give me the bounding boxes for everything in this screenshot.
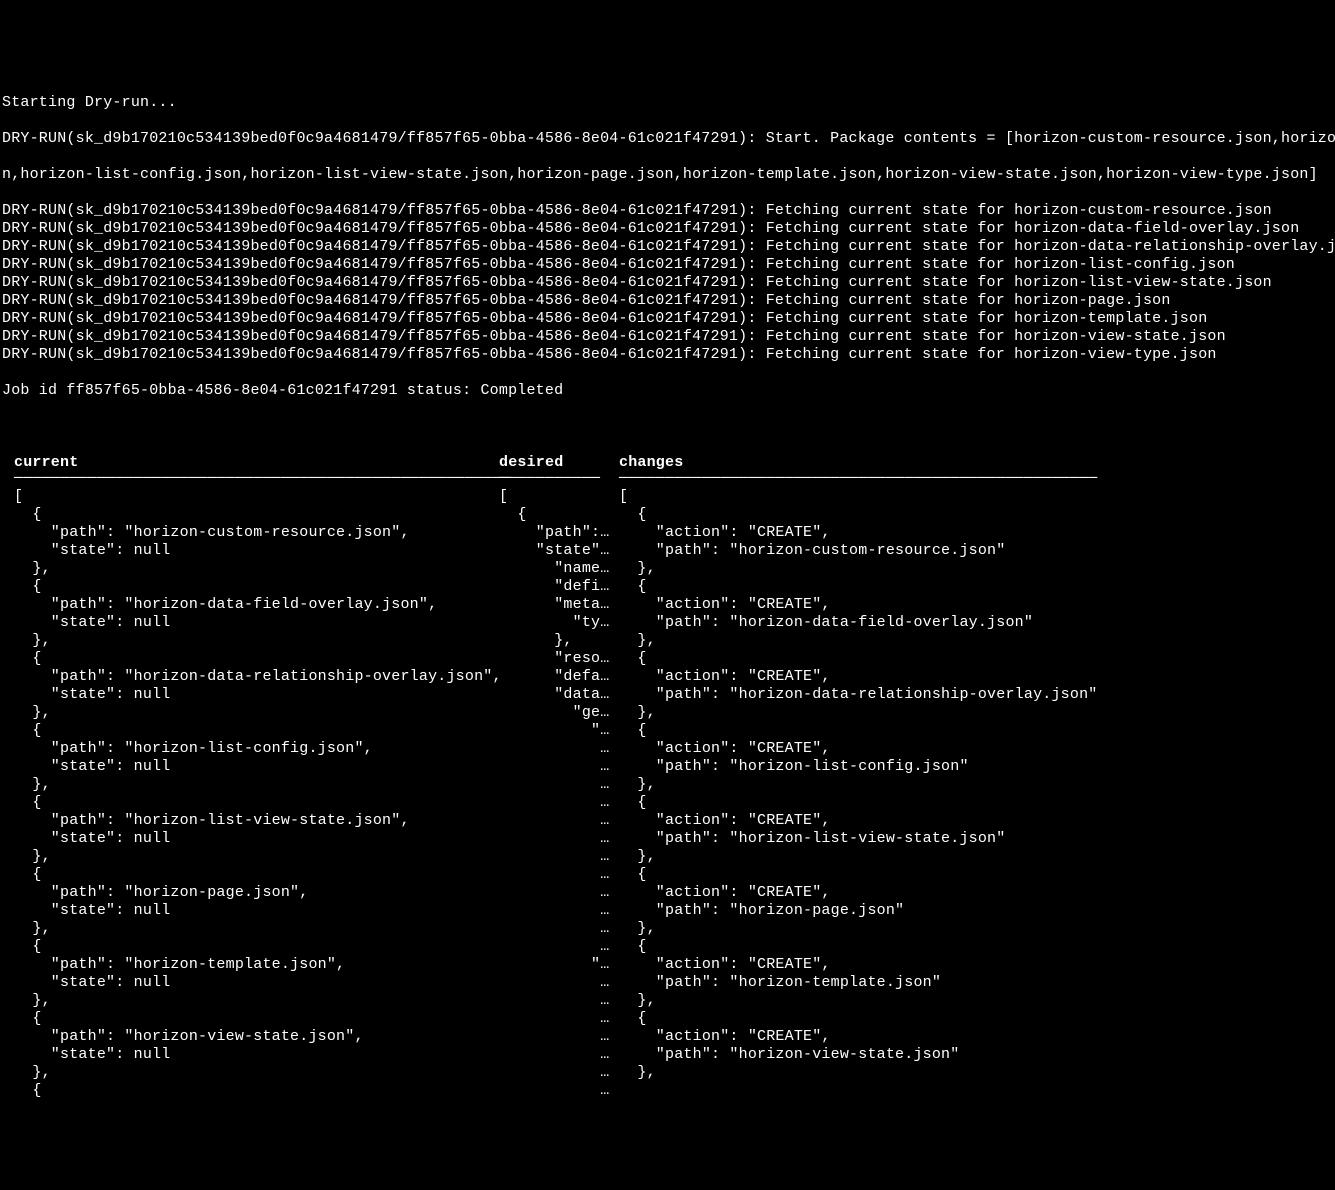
log-fetch-line: DRY-RUN(sk_d9b170210c534139bed0f0c9a4681…	[2, 292, 1333, 310]
log-fetch-line: DRY-RUN(sk_d9b170210c534139bed0f0c9a4681…	[2, 238, 1333, 256]
log-fetch-line: DRY-RUN(sk_d9b170210c534139bed0f0c9a4681…	[2, 346, 1333, 364]
column-changes-rule: ────────────────────────────────────────…	[619, 472, 1089, 486]
column-current: current ────────────────────────────────…	[14, 454, 499, 1100]
log-wrap-line: n,horizon-list-config.json,horizon-list-…	[2, 166, 1333, 184]
column-changes: changes ────────────────────────────────…	[619, 454, 1089, 1100]
log-fetch-line: DRY-RUN(sk_d9b170210c534139bed0f0c9a4681…	[2, 202, 1333, 220]
log-start-line: DRY-RUN(sk_d9b170210c534139bed0f0c9a4681…	[2, 130, 1333, 148]
column-desired-rule: ───────────	[499, 472, 619, 486]
log-starting: Starting Dry-run...	[2, 94, 1333, 112]
log-fetch-line: DRY-RUN(sk_d9b170210c534139bed0f0c9a4681…	[2, 274, 1333, 292]
column-current-rule: ────────────────────────────────────────…	[14, 472, 499, 486]
column-current-body: [ { "path": "horizon-custom-resource.jso…	[14, 486, 499, 1100]
log-fetch-line: DRY-RUN(sk_d9b170210c534139bed0f0c9a4681…	[2, 220, 1333, 238]
diff-columns: current ────────────────────────────────…	[0, 454, 1335, 1100]
log-fetch-line: DRY-RUN(sk_d9b170210c534139bed0f0c9a4681…	[2, 328, 1333, 346]
log-fetch-line: DRY-RUN(sk_d9b170210c534139bed0f0c9a4681…	[2, 310, 1333, 328]
log-fetch-line: DRY-RUN(sk_d9b170210c534139bed0f0c9a4681…	[2, 256, 1333, 274]
column-desired: desired ─────────── [ { "path":… "state"…	[499, 454, 619, 1100]
column-changes-body: [ { "action": "CREATE", "path": "horizon…	[619, 486, 1089, 1082]
log-fetch-lines: DRY-RUN(sk_d9b170210c534139bed0f0c9a4681…	[2, 202, 1333, 364]
terminal-log: Starting Dry-run... DRY-RUN(sk_d9b170210…	[0, 72, 1335, 418]
column-desired-body: [ { "path":… "state"… "name… "defi… "met…	[499, 486, 619, 1100]
log-job-line: Job id ff857f65-0bba-4586-8e04-61c021f47…	[2, 382, 1333, 400]
